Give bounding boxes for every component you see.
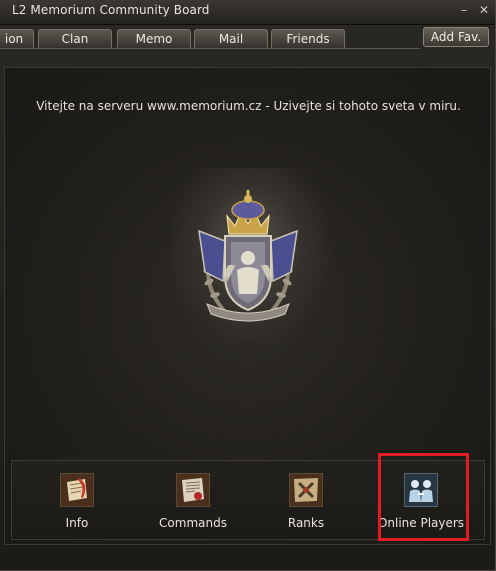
scroll-quill-icon xyxy=(60,473,94,507)
tab-friends[interactable]: Friends xyxy=(271,29,345,48)
tab-partial[interactable]: ion xyxy=(0,29,34,48)
info-label: Info xyxy=(65,516,89,530)
tab-mail[interactable]: Mail xyxy=(194,29,268,48)
server-crest-emblem xyxy=(198,190,298,322)
title-bar[interactable]: L2 Memorium Community Board – ✕ xyxy=(0,0,495,25)
tab-bar: ion Clan Memo Mail Friends xyxy=(0,29,420,49)
welcome-text: Vitejte na serveru www.memorium.cz - Uzi… xyxy=(36,99,461,113)
crossed-swords-map-icon xyxy=(289,473,323,507)
window-title: L2 Memorium Community Board xyxy=(12,3,210,17)
minimize-icon[interactable]: – xyxy=(457,3,471,17)
commands-label: Commands xyxy=(159,516,227,530)
info-shortcut[interactable]: Info xyxy=(32,461,122,539)
document-seal-icon xyxy=(176,473,210,507)
tab-memo[interactable]: Memo xyxy=(117,29,191,48)
tab-clan[interactable]: Clan xyxy=(38,29,112,48)
tab-divider xyxy=(0,48,420,49)
highlight-box xyxy=(378,453,469,541)
ranks-label: Ranks xyxy=(287,516,325,530)
ranks-shortcut[interactable]: Ranks xyxy=(261,461,351,539)
commands-shortcut[interactable]: Commands xyxy=(148,461,238,539)
add-favorite-button[interactable]: Add Fav. xyxy=(423,27,489,47)
community-board-window: L2 Memorium Community Board – ✕ ion Clan… xyxy=(0,0,496,571)
close-icon[interactable]: ✕ xyxy=(477,3,491,17)
